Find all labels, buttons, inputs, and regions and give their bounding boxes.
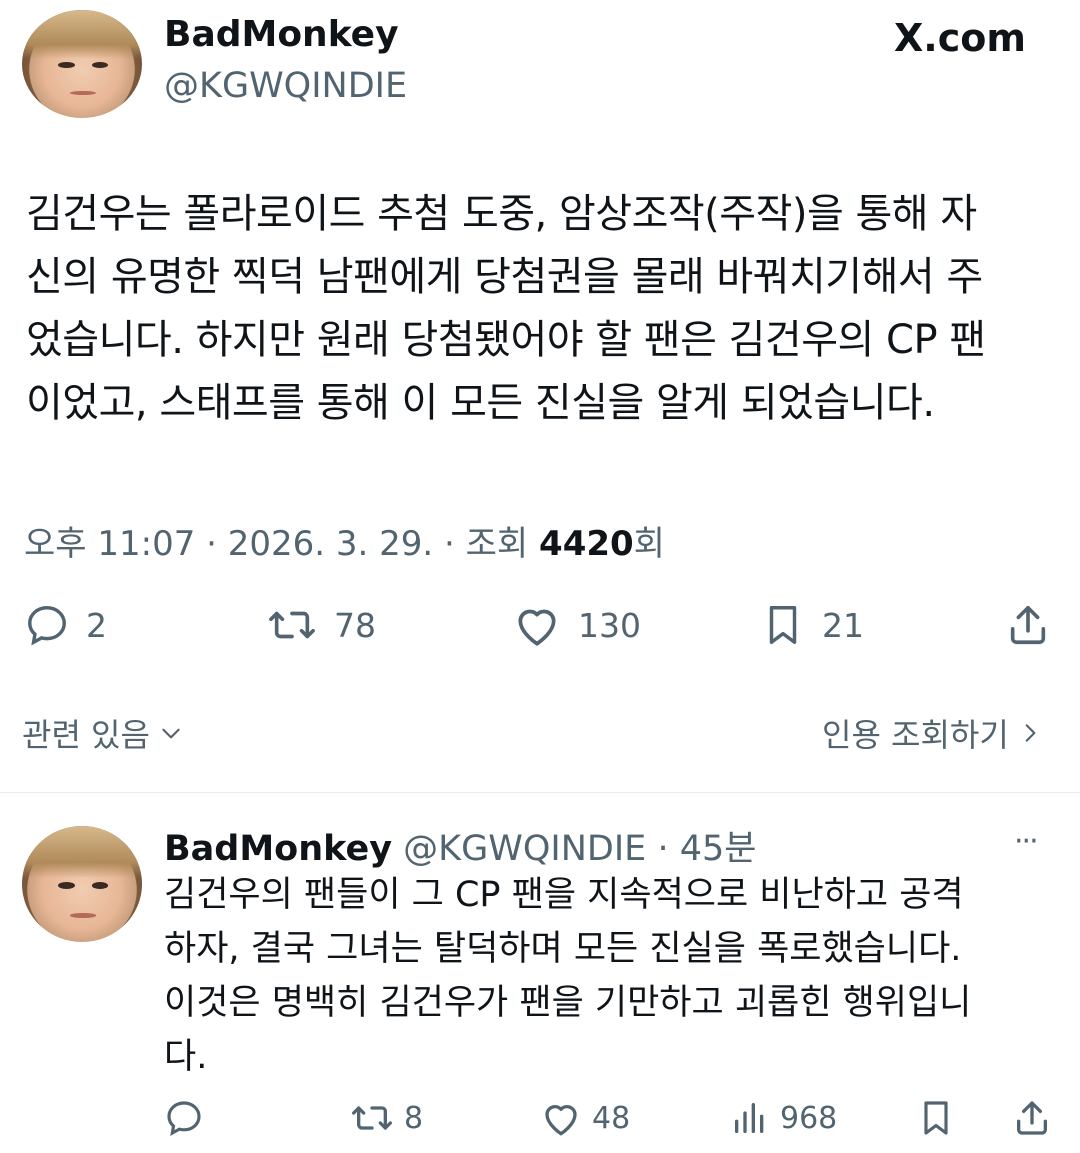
divider (0, 792, 1080, 793)
reply-icon (167, 1101, 201, 1136)
reply-line: 이것은 명백히 김건우가 팬을 기만하고 괴롭힌 행위입니 (164, 983, 972, 1023)
tweet-text: 김건우는 폴라로이드 추첨 도중, 암상조작(주작)을 통해 자 신의 유명한 … (26, 183, 1066, 435)
reply-reply-button[interactable] (164, 1098, 204, 1138)
avatar-eye-right (91, 61, 109, 69)
view-quotes-label: 인용 조회하기 (822, 716, 1009, 754)
reply-line: 하자, 결국 그녀는 탈덕하며 모든 진실을 폭로했습니다. (164, 929, 962, 969)
tweet-line: 었습니다. 하지만 원래 당첨됐어야 할 팬은 김건우의 CP 팬 (26, 317, 986, 363)
tweet-line: 김건우는 폴라로이드 추첨 도중, 암상조작(주작)을 통해 자 (26, 191, 977, 237)
author-handle[interactable]: @KGWQINDIE (164, 66, 407, 106)
avatar-eye-left (58, 881, 75, 889)
view-quotes-link[interactable]: 인용 조회하기 (822, 710, 1043, 756)
like-button[interactable]: 130 (512, 602, 641, 648)
analytics-icon (735, 1103, 764, 1133)
chevron-down-icon (162, 728, 180, 739)
source-label: X.com (894, 16, 1026, 60)
reply-author-handle[interactable]: @KGWQINDIE (403, 829, 646, 869)
chevron-right-icon (1025, 724, 1036, 742)
reply-header: BadMonkey @KGWQINDIE · 45분 (164, 820, 756, 871)
avatar-hair (22, 826, 142, 879)
retweet-count: 78 (334, 605, 376, 645)
more-options-icon[interactable]: ··· (1014, 824, 1039, 859)
reply-count: 2 (86, 605, 107, 645)
reply-like-count: 48 (592, 1100, 631, 1136)
related-toggle[interactable]: 관련 있음 (22, 710, 184, 756)
reply-views-count: 968 (780, 1100, 838, 1136)
reply-like-button[interactable]: 48 (540, 1098, 630, 1138)
view-suffix: 회 (633, 524, 665, 564)
share-icon (1017, 1101, 1047, 1135)
tweet-line: 이었고, 스태프를 통해 이 모든 진실을 알게 되었습니다. (26, 380, 935, 426)
reply-avatar[interactable] (22, 826, 142, 942)
reply-text: 김건우의 팬들이 그 CP 팬을 지속적으로 비난하고 공격 하자, 결국 그녀… (164, 868, 1064, 1084)
reply-share-button[interactable] (1012, 1098, 1052, 1138)
related-label: 관련 있음 (22, 716, 150, 754)
reply-retweet-count: 8 (404, 1100, 424, 1136)
avatar-eye-right (91, 881, 109, 889)
reply-views-button[interactable]: 968 (730, 1098, 837, 1138)
bookmark-count: 21 (822, 605, 864, 645)
heart-icon (518, 609, 556, 646)
avatar-mouth (70, 913, 97, 918)
retweet-icon (351, 1106, 392, 1130)
author-name[interactable]: BadMonkey (164, 14, 399, 55)
share-button[interactable] (1004, 602, 1052, 648)
heart-icon (545, 1104, 577, 1136)
retweet-icon (269, 611, 315, 639)
avatar-eye-left (58, 61, 75, 69)
avatar-hair (22, 10, 142, 59)
reply-line: 김건우의 팬들이 그 CP 팬을 지속적으로 비난하고 공격 (164, 875, 964, 915)
retweet-button[interactable]: 78 (266, 602, 376, 648)
reply-bookmark-button[interactable] (916, 1098, 956, 1138)
reply-line: 다. (164, 1037, 208, 1077)
like-count: 130 (578, 605, 641, 645)
bookmark-button[interactable]: 21 (760, 602, 864, 648)
avatar-mouth (70, 91, 97, 96)
reply-icon (28, 606, 66, 646)
tweet-timestamp[interactable]: 오후 11:07 · 2026. 3. 29. · 조회 (24, 524, 539, 564)
reply-retweet-button[interactable]: 8 (350, 1098, 423, 1138)
share-icon (1010, 605, 1046, 645)
avatar[interactable] (22, 10, 142, 118)
reply-age[interactable]: · 45분 (657, 829, 756, 869)
bookmark-icon (769, 606, 797, 644)
view-count: 4420 (539, 524, 634, 564)
tweet-meta: 오후 11:07 · 2026. 3. 29. · 조회 4420회 (24, 516, 665, 565)
reply-button[interactable]: 2 (24, 602, 107, 648)
tweet-line: 신의 유명한 찍덕 남팬에게 당첨권을 몰래 바꿔치기해서 주 (26, 254, 983, 300)
bookmark-icon (924, 1101, 948, 1135)
reply-author-name[interactable]: BadMonkey (164, 829, 392, 869)
